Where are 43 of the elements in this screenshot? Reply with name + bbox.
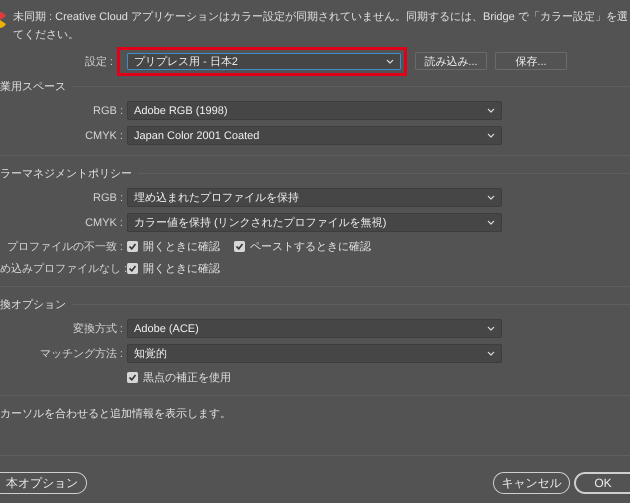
dialog-button[interactable]: OK — [574, 472, 630, 494]
checkbox-label[interactable]: 開くときに確認 — [143, 260, 220, 276]
dropdown[interactable]: Japan Color 2001 Coated — [127, 126, 502, 145]
field-label: RGB : — [92, 104, 124, 116]
dropdown[interactable]: 埋め込まれたプロファイルを保持 — [127, 188, 502, 207]
field-label: RGB : — [92, 192, 124, 204]
checkbox[interactable] — [127, 240, 138, 252]
checkbox[interactable] — [127, 262, 138, 274]
field-label: 変換方式 : — [72, 322, 124, 336]
field-label: め込みプロファイルなし : — [0, 262, 127, 276]
chevron-icon — [487, 220, 495, 225]
field-label: CMYK : — [84, 216, 124, 228]
dialog-button[interactable]: 保存... — [495, 52, 567, 70]
sync-message: てください。 — [13, 28, 80, 43]
field-label: 設定 : — [84, 54, 114, 68]
dropdown[interactable]: Adobe (ACE) — [127, 319, 502, 338]
settings-dropdown[interactable]: プリプレス用 - 日本2 — [127, 52, 401, 70]
warning-icon — [0, 10, 6, 30]
chevron-icon — [487, 108, 495, 113]
dialog-button[interactable]: 読み込み... — [415, 52, 487, 70]
info-text: カーソルを合わせると追加情報を表示します。 — [0, 407, 232, 422]
field-label: マッチング方法 : — [38, 346, 124, 361]
field-label: CMYK : — [84, 130, 124, 142]
chevron-icon — [386, 58, 394, 64]
checkbox[interactable] — [127, 372, 138, 382]
checkbox-label[interactable]: ペーストするときに確認 — [250, 238, 371, 254]
dropdown[interactable]: 知覚的 — [127, 344, 502, 363]
dialog-button[interactable]: 本オプション — [0, 472, 87, 494]
checkbox[interactable] — [234, 240, 245, 252]
section-heading: 換オプション — [0, 298, 66, 312]
field-label: プロファイルの不一致 : — [6, 240, 124, 254]
dropdown[interactable]: Adobe RGB (1998) — [127, 101, 502, 120]
section-heading: 業用スペース — [0, 80, 66, 94]
dialog-button[interactable]: キャンセル — [493, 472, 570, 494]
dropdown[interactable]: カラー値を保持 (リンクされたプロファイルを無視) — [127, 213, 502, 232]
checkbox-label[interactable]: 開くときに確認 — [143, 238, 220, 254]
sync-message: 未同期 : Creative Cloud アプリケーションはカラー設定が同期されていません。同期するには、Bridge で「カラー設定」を選 — [13, 10, 628, 25]
chevron-icon — [487, 326, 495, 331]
section-heading: ラーマネジメントポリシー — [0, 166, 132, 180]
chevron-icon — [487, 133, 495, 138]
chevron-icon — [487, 351, 495, 356]
checkbox-label[interactable]: 黒点の補正を使用 — [143, 370, 231, 384]
chevron-icon — [487, 195, 495, 200]
